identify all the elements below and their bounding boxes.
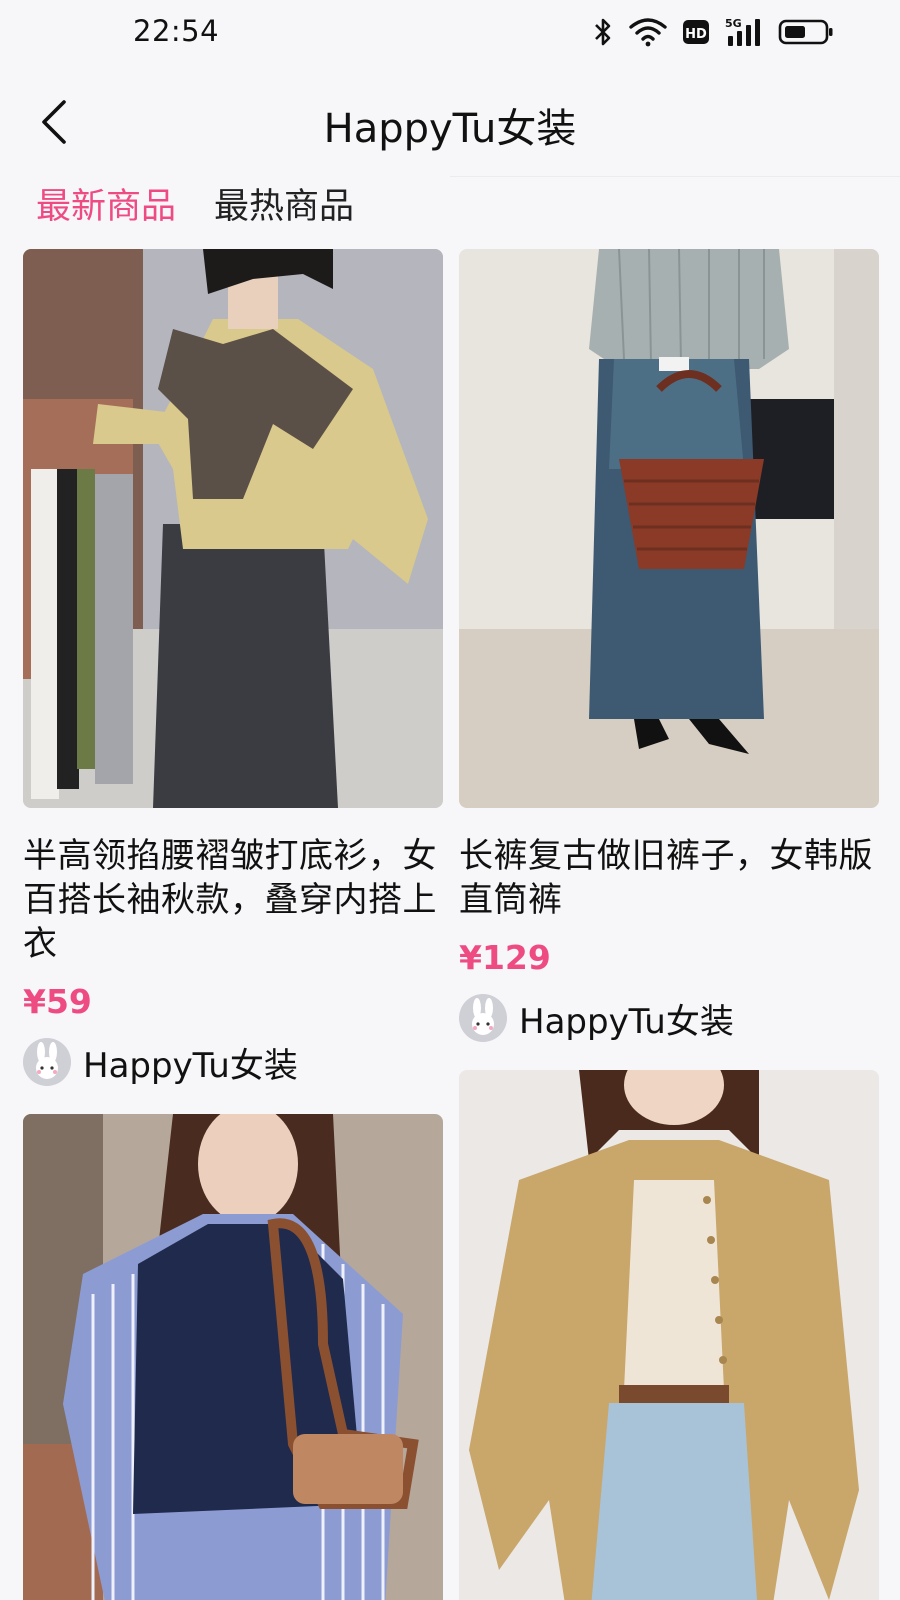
shop-name: HappyTu女装: [519, 1001, 734, 1042]
battery-icon: [778, 18, 834, 50]
avatar: [23, 1038, 71, 1086]
product-card[interactable]: [23, 1114, 443, 1600]
tab-hottest[interactable]: 最热商品: [214, 178, 354, 228]
product-column-right: 长裤复古做旧裤子，女韩版直筒裤 ¥129 HappyTu女装: [459, 249, 879, 1600]
hd-label: HD: [685, 27, 707, 42]
product-price: ¥129: [459, 938, 551, 977]
header-divider: [450, 176, 900, 177]
5g-signal-icon: 5G: [724, 16, 764, 52]
product-image[interactable]: [459, 249, 879, 808]
tab-bar: 最新商品 最热商品: [36, 178, 354, 228]
shop-row[interactable]: HappyTu女装: [459, 992, 879, 1044]
tab-newest[interactable]: 最新商品: [36, 178, 176, 228]
product-card[interactable]: 长裤复古做旧裤子，女韩版直筒裤 ¥129 HappyTu女装: [459, 249, 879, 1044]
bluetooth-icon: [592, 17, 614, 51]
wifi-icon: [628, 17, 668, 51]
product-title[interactable]: 半高领掐腰褶皱打底衫，女百搭长袖秋款，叠穿内搭上衣: [23, 834, 443, 966]
product-title[interactable]: 长裤复古做旧裤子，女韩版直筒裤: [459, 834, 879, 922]
header: HappyTu女装: [0, 86, 900, 158]
shop-name: HappyTu女装: [83, 1045, 298, 1086]
status-time: 22:54: [133, 14, 220, 48]
product-image[interactable]: [23, 1114, 443, 1600]
hd-icon: HD: [682, 19, 710, 49]
product-price: ¥59: [23, 982, 92, 1021]
product-card[interactable]: [459, 1070, 879, 1600]
network-label: 5G: [725, 17, 742, 30]
product-card[interactable]: 半高领掐腰褶皱打底衫，女百搭长袖秋款，叠穿内搭上衣 ¥59 HappyTu女装: [23, 249, 443, 1088]
page-title: HappyTu女装: [323, 106, 577, 152]
product-column-left: 半高领掐腰褶皱打底衫，女百搭长袖秋款，叠穿内搭上衣 ¥59 HappyTu女装: [23, 249, 443, 1600]
shop-row[interactable]: HappyTu女装: [23, 1036, 443, 1088]
status-icons: HD 5G: [592, 14, 834, 54]
product-image[interactable]: [23, 249, 443, 808]
avatar: [459, 994, 507, 1042]
product-image[interactable]: [459, 1070, 879, 1600]
status-bar: 22:54 HD 5G: [0, 0, 900, 70]
